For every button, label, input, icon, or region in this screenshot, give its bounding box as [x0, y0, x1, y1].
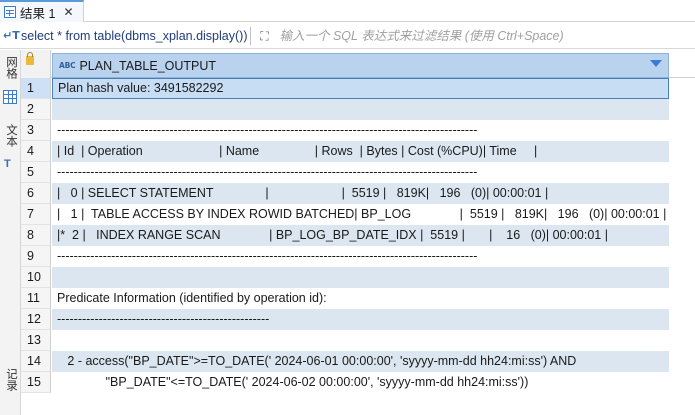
- close-icon[interactable]: ✕: [63, 5, 73, 19]
- text-view-icon[interactable]: T: [4, 158, 11, 170]
- grid-view-tab[interactable]: 网格: [2, 56, 19, 79]
- sql-query-icon: ↵T: [3, 29, 20, 42]
- row-filler: [669, 162, 695, 183]
- row-filler: [669, 288, 695, 309]
- text-type-icon: ABC: [59, 61, 76, 70]
- table-row[interactable]: 15 "BP_DATE"<=TO_DATE(' 2024-06-02 00:00…: [21, 372, 695, 393]
- row-number[interactable]: 12: [21, 309, 51, 330]
- sql-query-text[interactable]: select * from table(dbms_xplan.display()…: [21, 29, 247, 43]
- plan-output-cell[interactable]: Plan hash value: 3491582292: [52, 78, 669, 99]
- table-row[interactable]: 11 Predicate Information (identified by o…: [21, 288, 695, 309]
- grid-icon: [4, 6, 16, 18]
- table-row[interactable]: 6 | 0 | SELECT STATEMENT | | 5519 | 819K|…: [21, 183, 695, 204]
- filter-input[interactable]: [279, 28, 660, 43]
- table-row[interactable]: 13: [21, 330, 695, 351]
- row-filler: [669, 225, 695, 246]
- plan-output-cell[interactable]: ----------------------------------------…: [52, 162, 669, 183]
- grid-corner[interactable]: [21, 50, 51, 78]
- grid-header: ABC PLAN_TABLE_OUTPUT: [21, 50, 695, 78]
- table-row[interactable]: 14 2 - access("BP_DATE">=TO_DATE(' 2024-…: [21, 351, 695, 372]
- row-number[interactable]: 10: [21, 267, 51, 288]
- row-filler: [669, 351, 695, 372]
- column-title: PLAN_TABLE_OUTPUT: [79, 58, 217, 73]
- plan-output-cell[interactable]: ----------------------------------------…: [52, 120, 669, 141]
- row-filler: [669, 372, 695, 393]
- row-number[interactable]: 9: [21, 246, 51, 267]
- row-number[interactable]: 1: [21, 78, 51, 99]
- text-view-tab[interactable]: 文本: [2, 124, 19, 147]
- row-number[interactable]: 7: [21, 204, 51, 225]
- row-filler: [669, 246, 695, 267]
- tab-label: 结果 1: [20, 6, 56, 21]
- row-filler: [669, 309, 695, 330]
- filter-bar: ↵T select * from table(dbms_xplan.displa…: [0, 23, 695, 49]
- grid-rows: 1 Plan hash value: 3491582292 2 3 ----------…: [21, 78, 695, 393]
- plan-output-cell[interactable]: [52, 267, 669, 288]
- plan-output-cell[interactable]: ----------------------------------------…: [52, 246, 669, 267]
- table-row[interactable]: 12 --------------------------------------…: [21, 309, 695, 330]
- row-number[interactable]: 6: [21, 183, 51, 204]
- table-row[interactable]: 3 ---------------------------------------…: [21, 120, 695, 141]
- plan-output-cell[interactable]: ----------------------------------------…: [52, 309, 669, 330]
- sort-dropdown-icon[interactable]: [650, 60, 662, 67]
- table-row[interactable]: 9 ---------------------------------------…: [21, 246, 695, 267]
- row-filler: [669, 204, 695, 225]
- row-number[interactable]: 3: [21, 120, 51, 141]
- plan-output-cell[interactable]: | 1 | TABLE ACCESS BY INDEX ROWID BATCHE…: [52, 204, 669, 225]
- row-number[interactable]: 11: [21, 288, 51, 309]
- row-number[interactable]: 2: [21, 99, 51, 120]
- row-number[interactable]: 8: [21, 225, 51, 246]
- row-filler: [669, 330, 695, 351]
- row-filler: [669, 141, 695, 162]
- divider: [250, 26, 252, 45]
- plan-output-cell[interactable]: |* 2 | INDEX RANGE SCAN | BP_LOG_BP_DATE…: [52, 225, 669, 246]
- row-filler: [669, 267, 695, 288]
- table-row[interactable]: 8 |* 2 | INDEX RANGE SCAN | BP_LOG_BP_DAT…: [21, 225, 695, 246]
- row-number[interactable]: 4: [21, 141, 51, 162]
- record-view-tab[interactable]: 记录: [2, 368, 19, 391]
- expand-icon[interactable]: ⛶: [255, 28, 273, 44]
- table-row[interactable]: 1 Plan hash value: 3491582292: [21, 78, 695, 99]
- plan-output-cell[interactable]: [52, 99, 669, 120]
- row-filler: [669, 183, 695, 204]
- plan-output-cell[interactable]: [52, 330, 669, 351]
- plan-output-cell[interactable]: | 0 | SELECT STATEMENT | | 5519 | 819K| …: [52, 183, 669, 204]
- table-row[interactable]: 4 | Id | Operation | Name | Rows | Bytes …: [21, 141, 695, 162]
- results-grid: ABC PLAN_TABLE_OUTPUT 1 Plan hash value: …: [21, 50, 695, 415]
- row-number[interactable]: 14: [21, 351, 51, 372]
- table-row[interactable]: 10: [21, 267, 695, 288]
- row-filler: [669, 120, 695, 141]
- row-number[interactable]: 15: [21, 372, 51, 393]
- row-number[interactable]: 13: [21, 330, 51, 351]
- view-switcher-panel: 网格 文本 T 记录: [0, 50, 21, 415]
- row-number[interactable]: 5: [21, 162, 51, 183]
- table-row[interactable]: 2: [21, 99, 695, 120]
- plan-output-cell[interactable]: Predicate Information (identified by ope…: [52, 288, 669, 309]
- grid-view-icon[interactable]: [3, 90, 17, 104]
- column-header-plan-table-output[interactable]: ABC PLAN_TABLE_OUTPUT: [52, 53, 669, 78]
- plan-output-cell[interactable]: "BP_DATE"<=TO_DATE(' 2024-06-02 00:00:00…: [52, 372, 669, 393]
- tab-result-1[interactable]: 结果 1 ✕: [0, 0, 84, 22]
- table-row[interactable]: 7 | 1 | TABLE ACCESS BY INDEX ROWID BATCH…: [21, 204, 695, 225]
- row-filler: [669, 78, 695, 99]
- plan-output-cell[interactable]: | Id | Operation | Name | Rows | Bytes |…: [52, 141, 669, 162]
- lock-icon: [26, 52, 34, 65]
- table-row[interactable]: 5 ---------------------------------------…: [21, 162, 695, 183]
- row-filler: [669, 99, 695, 120]
- plan-output-cell[interactable]: 2 - access("BP_DATE">=TO_DATE(' 2024-06-…: [52, 351, 669, 372]
- tab-bar: 结果 1 ✕: [0, 0, 695, 22]
